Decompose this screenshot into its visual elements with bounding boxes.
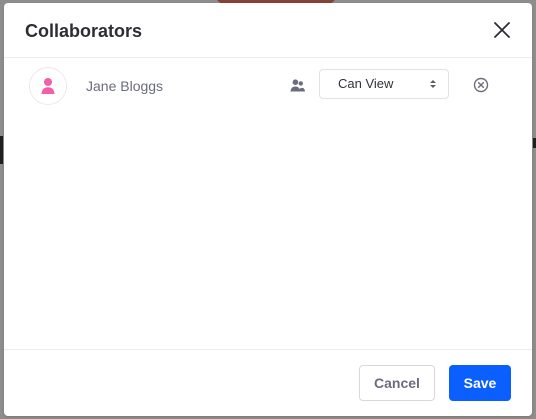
permission-select[interactable]: Can View	[319, 69, 449, 99]
save-button[interactable]: Save	[449, 365, 511, 401]
permission-value: Can View	[338, 76, 394, 91]
modal-header: Collaborators	[4, 3, 532, 58]
close-button[interactable]	[492, 20, 512, 40]
collaborator-name: Jane Bloggs	[86, 78, 164, 94]
collaborators-modal: Collaborators Jane Bloggs Can View Cance…	[4, 3, 532, 416]
avatar	[29, 67, 67, 105]
cancel-button[interactable]: Cancel	[359, 365, 435, 401]
remove-circle-icon	[473, 77, 489, 93]
select-arrows-icon	[429, 78, 437, 90]
modal-footer: Cancel Save	[4, 349, 532, 416]
modal-title: Collaborators	[25, 21, 143, 41]
backdrop-edge-marker-left	[0, 136, 3, 164]
remove-collaborator-button[interactable]	[473, 77, 489, 93]
user-icon	[41, 78, 55, 94]
close-icon	[494, 22, 510, 38]
users-icon	[289, 77, 306, 94]
collaborator-row: Jane Bloggs Can View	[4, 59, 532, 115]
